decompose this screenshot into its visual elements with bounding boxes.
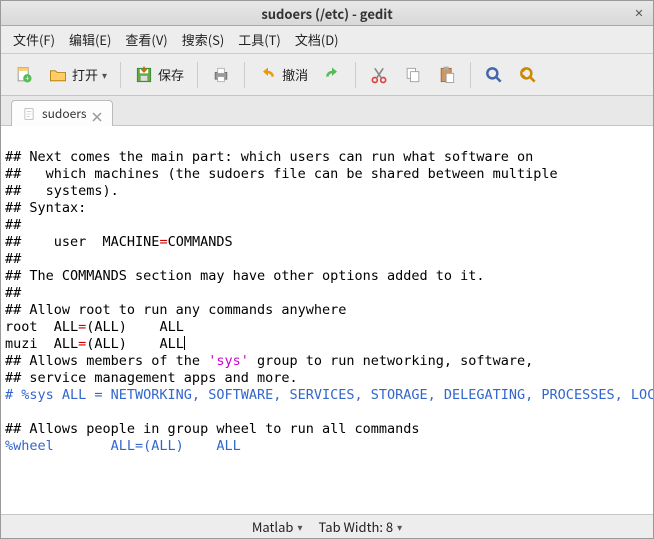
code-line: ## Syntax: bbox=[5, 200, 86, 216]
code-comment: # %sys ALL = NETWORKING, SOFTWARE, SERVI… bbox=[5, 387, 653, 403]
code-text: (ALL) ALL bbox=[86, 319, 184, 335]
menu-file[interactable]: 文件(F) bbox=[7, 27, 61, 52]
paste-button[interactable] bbox=[432, 60, 462, 90]
tabwidth-label: Tab Width: 8 bbox=[319, 517, 394, 536]
new-file-icon: + bbox=[14, 65, 34, 85]
separator bbox=[470, 62, 471, 88]
replace-button[interactable] bbox=[513, 60, 543, 90]
undo-button[interactable]: 撤消 bbox=[253, 60, 313, 90]
tab-close-icon[interactable] bbox=[92, 109, 102, 119]
redo-icon bbox=[322, 65, 342, 85]
code-line: ## which machines (the sudoers file can … bbox=[5, 166, 558, 182]
statusbar: Matlab ▾ Tab Width: 8 ▾ bbox=[1, 514, 653, 538]
tab-label: sudoers bbox=[42, 105, 86, 122]
language-selector[interactable]: Matlab ▾ bbox=[252, 517, 303, 536]
code-line: ## service management apps and more. bbox=[5, 370, 298, 386]
copy-icon bbox=[403, 65, 423, 85]
code-text: COMMANDS bbox=[168, 234, 233, 250]
chevron-down-icon: ▾ bbox=[397, 519, 402, 534]
separator bbox=[197, 62, 198, 88]
open-button[interactable]: 打开 ▾ bbox=[43, 60, 112, 90]
undo-label: 撤消 bbox=[282, 65, 308, 84]
menu-edit[interactable]: 编辑(E) bbox=[63, 27, 117, 52]
chevron-down-icon: ▾ bbox=[297, 519, 302, 534]
menu-search[interactable]: 搜索(S) bbox=[176, 27, 231, 52]
open-label: 打开 bbox=[72, 65, 98, 84]
code-line: ## Allow root to run any commands anywhe… bbox=[5, 302, 346, 318]
new-button[interactable]: + bbox=[9, 60, 39, 90]
separator bbox=[120, 62, 121, 88]
code-line: ## systems). bbox=[5, 183, 119, 199]
cut-icon bbox=[369, 65, 389, 85]
code-line: ## bbox=[5, 251, 21, 267]
print-button[interactable] bbox=[206, 60, 236, 90]
replace-icon bbox=[518, 65, 538, 85]
toolbar: + 打开 ▾ 保存 撤消 bbox=[1, 54, 653, 96]
tabbar: sudoers bbox=[1, 96, 653, 126]
code-text: muzi ALL bbox=[5, 336, 78, 352]
search-icon bbox=[484, 65, 504, 85]
file-icon bbox=[22, 107, 36, 121]
cut-button[interactable] bbox=[364, 60, 394, 90]
window-title: sudoers (/etc) - gedit bbox=[1, 4, 653, 23]
editor-area[interactable]: ## Next comes the main part: which users… bbox=[1, 126, 653, 514]
code-line: ## bbox=[5, 285, 21, 301]
tab-sudoers[interactable]: sudoers bbox=[11, 100, 113, 126]
code-string: 'sys' bbox=[208, 353, 249, 369]
code-text: (ALL) ALL bbox=[86, 336, 184, 352]
code-op: = bbox=[159, 234, 167, 250]
menubar: 文件(F) 编辑(E) 查看(V) 搜索(S) 工具(T) 文档(D) bbox=[1, 26, 653, 54]
code-line: %wheel ALL=(ALL) ALL bbox=[5, 438, 241, 454]
separator bbox=[355, 62, 356, 88]
titlebar: sudoers (/etc) - gedit ✕ bbox=[1, 1, 653, 26]
tabwidth-selector[interactable]: Tab Width: 8 ▾ bbox=[319, 517, 403, 536]
text-cursor bbox=[184, 336, 185, 350]
separator bbox=[244, 62, 245, 88]
undo-icon bbox=[258, 65, 278, 85]
menu-documents[interactable]: 文档(D) bbox=[289, 27, 345, 52]
code-text: ## user MACHINE bbox=[5, 234, 159, 250]
code-line: ## Allows people in group wheel to run a… bbox=[5, 421, 420, 437]
menu-view[interactable]: 查看(V) bbox=[119, 27, 173, 52]
copy-button[interactable] bbox=[398, 60, 428, 90]
chevron-down-icon: ▾ bbox=[102, 67, 107, 82]
code-line: ## Next comes the main part: which users… bbox=[5, 149, 533, 165]
code-text: root ALL bbox=[5, 319, 78, 335]
redo-button[interactable] bbox=[317, 60, 347, 90]
paste-icon bbox=[437, 65, 457, 85]
code-text: group to run networking, software, bbox=[249, 353, 533, 369]
open-folder-icon bbox=[48, 65, 68, 85]
print-icon bbox=[211, 65, 231, 85]
code-line: ## bbox=[5, 217, 21, 233]
find-button[interactable] bbox=[479, 60, 509, 90]
save-label: 保存 bbox=[158, 65, 184, 84]
code-line: ## The COMMANDS section may have other o… bbox=[5, 268, 485, 284]
save-icon bbox=[134, 65, 154, 85]
menu-tools[interactable]: 工具(T) bbox=[232, 27, 287, 52]
save-button[interactable]: 保存 bbox=[129, 60, 189, 90]
code-text: ## Allows members of the bbox=[5, 353, 208, 369]
svg-text:+: + bbox=[25, 72, 29, 83]
language-label: Matlab bbox=[252, 517, 294, 536]
close-icon[interactable]: ✕ bbox=[631, 5, 647, 21]
